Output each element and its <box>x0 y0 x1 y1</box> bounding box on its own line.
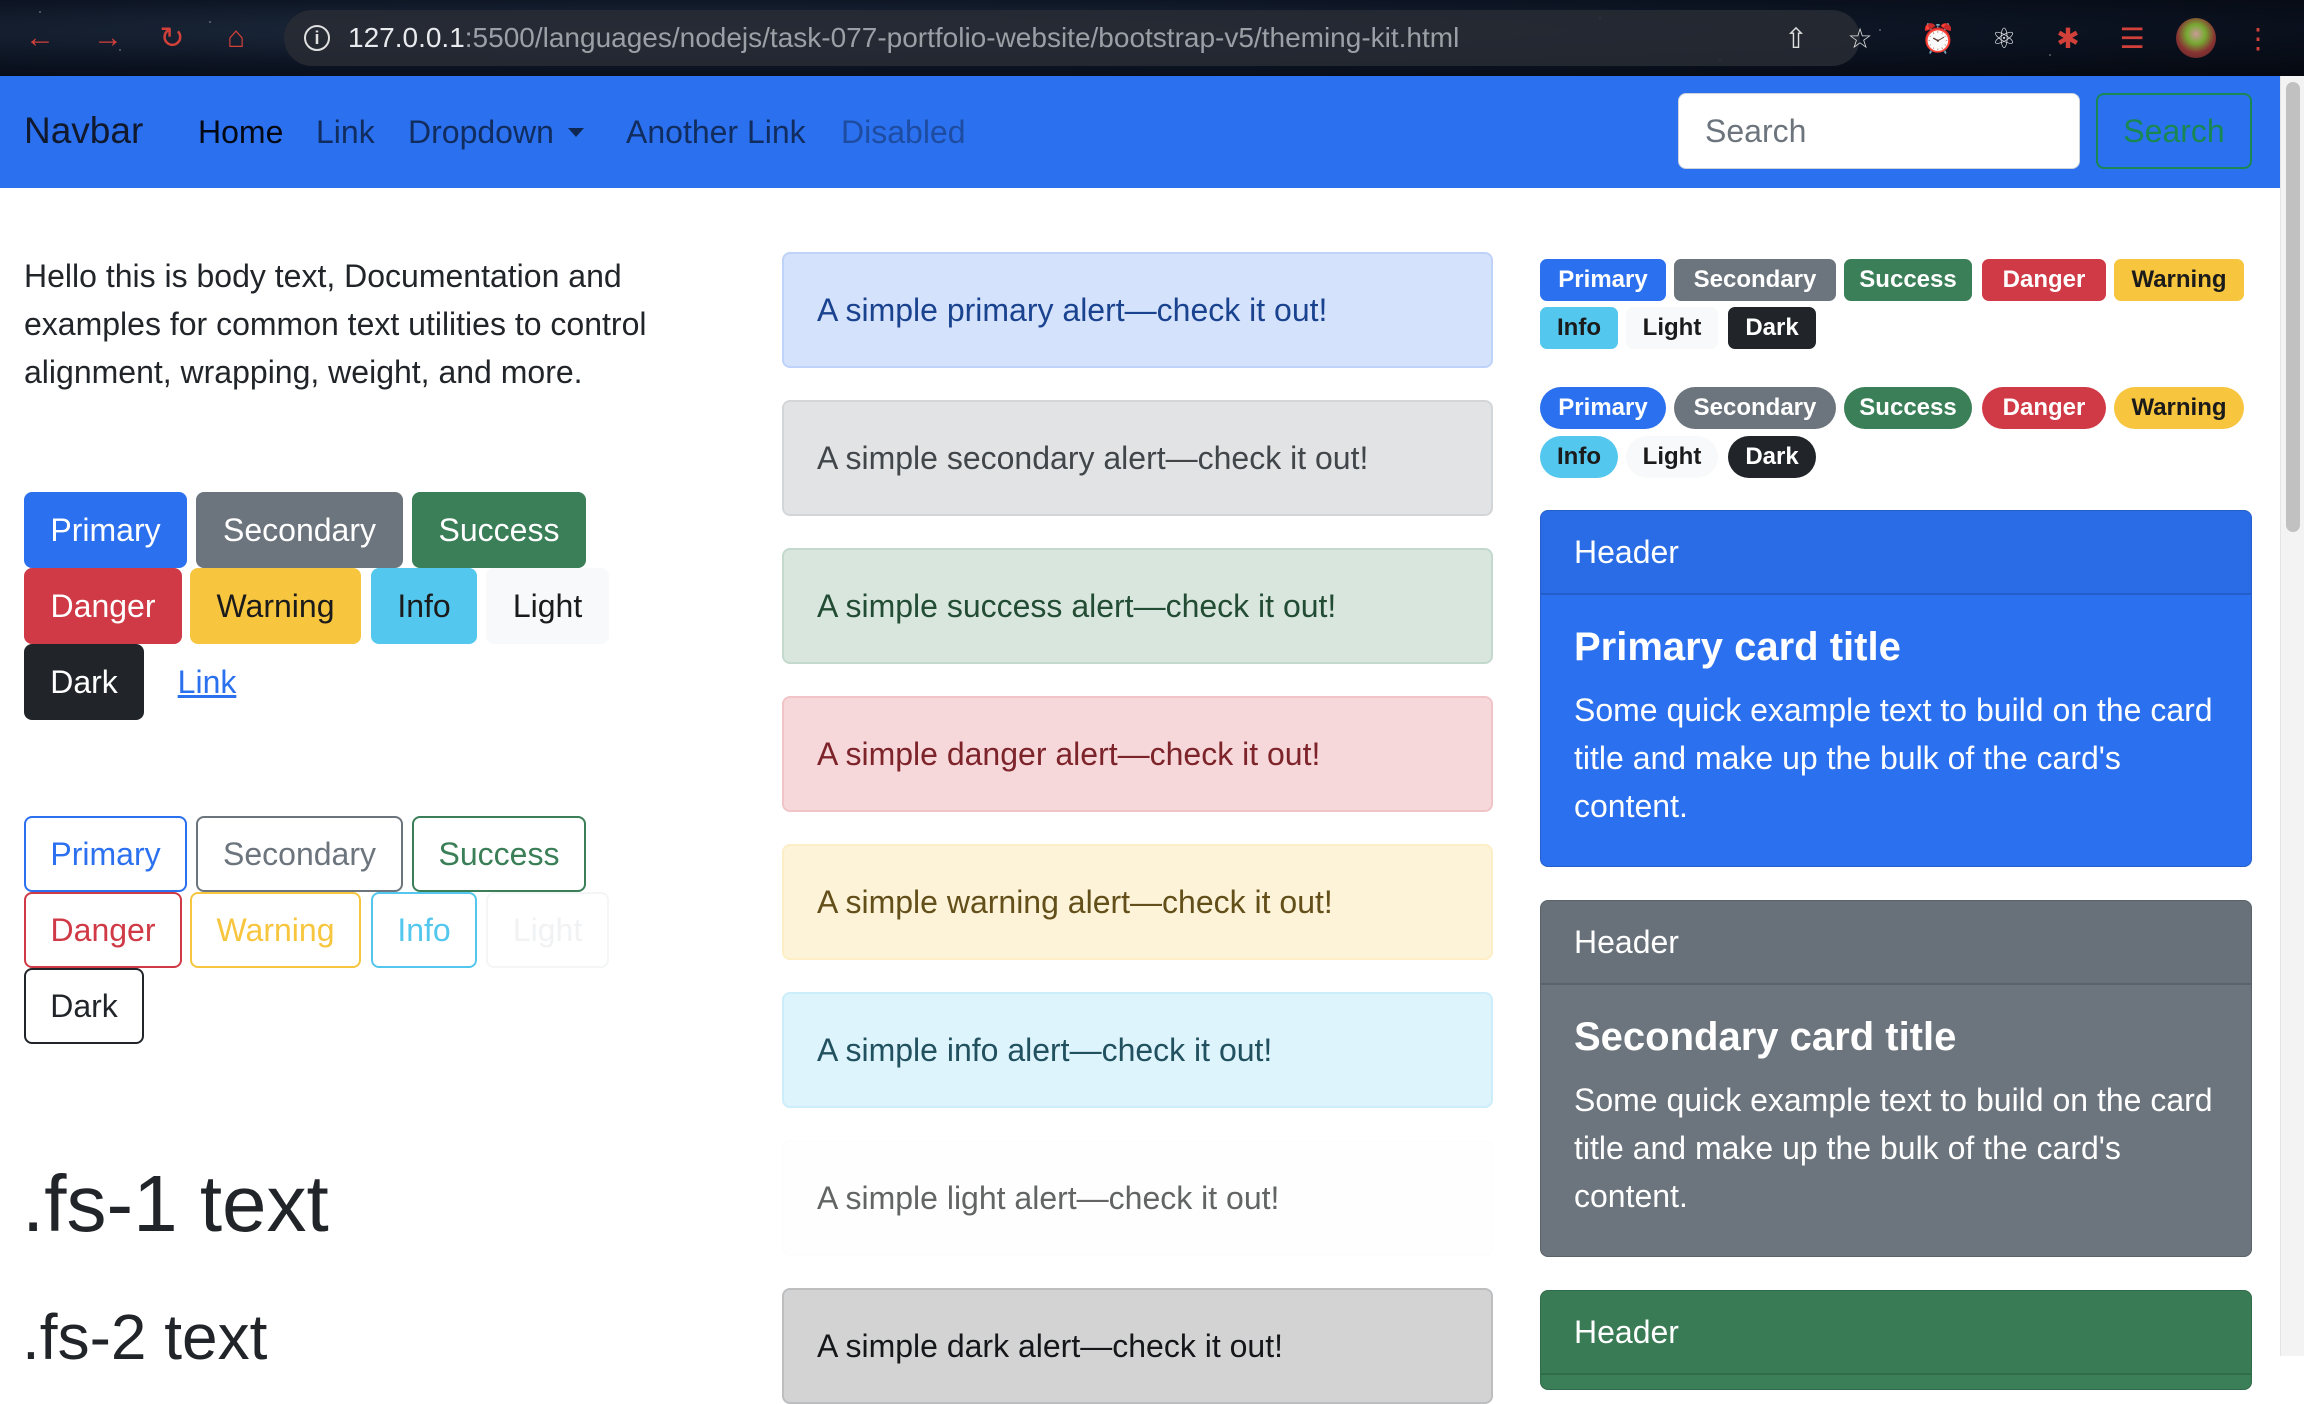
fs-1-heading: .fs-1 text <box>22 1159 329 1248</box>
site-info-icon[interactable]: i <box>304 25 330 51</box>
profile-avatar[interactable] <box>2176 18 2216 58</box>
danger-button[interactable]: Danger <box>24 568 182 644</box>
card-title: Secondary card title <box>1574 1015 1957 1059</box>
secondary-button[interactable]: Secondary <box>196 492 403 568</box>
card-secondary: Header Secondary card title Some quick e… <box>1540 900 2252 1257</box>
pill-badge-warning: Warning <box>2114 387 2244 429</box>
dropdown-label: Dropdown <box>408 114 554 150</box>
alarm-extension-icon[interactable]: ⏰ <box>1920 20 1956 56</box>
alert-primary: A simple primary alert—check it out! <box>782 252 1493 368</box>
nav-link-disabled: Disabled <box>841 114 966 150</box>
caret-down-icon <box>567 128 584 137</box>
alert-info: A simple info alert—check it out! <box>782 992 1493 1108</box>
reload-icon[interactable]: ↻ <box>154 20 190 56</box>
pill-badge-dark: Dark <box>1728 436 1816 478</box>
card-header: Header <box>1541 1291 2251 1375</box>
react-devtools-icon[interactable]: ⚛ <box>1986 20 2022 56</box>
badge-info: Info <box>1540 307 1618 349</box>
badge-danger: Danger <box>1982 259 2106 301</box>
primary-button[interactable]: Primary <box>24 492 187 568</box>
success-button[interactable]: Success <box>412 492 586 568</box>
card-title: Primary card title <box>1574 625 1901 669</box>
outline-danger-button[interactable]: Danger <box>24 892 182 968</box>
alert-secondary: A simple secondary alert—check it out! <box>782 400 1493 516</box>
scrollbar-thumb[interactable] <box>2286 82 2300 532</box>
info-button[interactable]: Info <box>371 568 477 644</box>
card-primary: Header Primary card title Some quick exa… <box>1540 510 2252 867</box>
url-text: 127.0.0.1:5500/languages/nodejs/task-077… <box>348 22 1460 53</box>
outline-dark-button[interactable]: Dark <box>24 968 144 1044</box>
badge-warning: Warning <box>2114 259 2244 301</box>
alert-dark: A simple dark alert—check it out! <box>782 1288 1493 1404</box>
link-button[interactable]: Link <box>153 644 261 720</box>
outline-secondary-button[interactable]: Secondary <box>196 816 403 892</box>
navbar-brand[interactable]: Navbar <box>24 110 143 152</box>
card-success: Header <box>1540 1290 2252 1390</box>
pill-badge-secondary: Secondary <box>1674 387 1836 429</box>
card-header: Header <box>1541 901 2251 985</box>
share-icon[interactable]: ⇧ <box>1778 20 1814 56</box>
pill-badge-light: Light <box>1626 436 1718 478</box>
light-button[interactable]: Light <box>486 568 609 644</box>
outline-light-button[interactable]: Light <box>486 892 609 968</box>
alert-danger: A simple danger alert—check it out! <box>782 696 1493 812</box>
card-header: Header <box>1541 511 2251 595</box>
badge-dark: Dark <box>1728 307 1816 349</box>
home-icon[interactable]: ⌂ <box>218 20 254 56</box>
outline-warning-button[interactable]: Warning <box>190 892 361 968</box>
forward-icon[interactable]: → <box>90 20 126 56</box>
bookmark-star-icon[interactable]: ☆ <box>1842 20 1878 56</box>
card-text: Some quick example text to build on the … <box>1574 1082 2213 1214</box>
pill-badge-info: Info <box>1540 436 1618 478</box>
page-scrollbar[interactable] <box>2280 76 2304 1356</box>
card-body: Secondary card title Some quick example … <box>1541 985 2251 1220</box>
pill-badge-danger: Danger <box>1982 387 2106 429</box>
warning-button[interactable]: Warning <box>190 568 361 644</box>
search-button[interactable]: Search <box>2096 93 2252 169</box>
reading-list-icon[interactable]: ☰ <box>2114 20 2150 56</box>
navbar: Navbar Home Link Dropdown Another Link D… <box>0 76 2280 188</box>
pill-badge-primary: Primary <box>1540 387 1666 429</box>
browser-menu-icon[interactable]: ⋮ <box>2240 20 2276 56</box>
body-text: Hello this is body text, Documentation a… <box>24 258 647 390</box>
badge-secondary: Secondary <box>1674 259 1836 301</box>
pill-badge-success: Success <box>1844 387 1972 429</box>
nav-link-another[interactable]: Another Link <box>626 114 806 151</box>
nav-link-link[interactable]: Link <box>316 114 375 151</box>
browser-toolbar: ← → ↻ ⌂ i 127.0.0.1:5500/languages/nodej… <box>0 0 2304 76</box>
nav-link-dropdown[interactable]: Dropdown <box>408 114 584 151</box>
card-text: Some quick example text to build on the … <box>1574 692 2213 824</box>
extensions-puzzle-icon[interactable]: ✱ <box>2050 20 2086 56</box>
outline-info-button[interactable]: Info <box>371 892 477 968</box>
dark-button[interactable]: Dark <box>24 644 144 720</box>
alert-warning: A simple warning alert—check it out! <box>782 844 1493 960</box>
badge-success: Success <box>1844 259 1972 301</box>
fs-2-heading: .fs-2 text <box>22 1301 268 1373</box>
address-bar[interactable]: i 127.0.0.1:5500/languages/nodejs/task-0… <box>284 10 1873 66</box>
badge-primary: Primary <box>1540 259 1666 301</box>
card-body: Primary card title Some quick example te… <box>1541 595 2251 830</box>
search-input[interactable] <box>1678 93 2080 169</box>
outline-primary-button[interactable]: Primary <box>24 816 187 892</box>
nav-link-home[interactable]: Home <box>198 114 283 151</box>
badge-light: Light <box>1626 307 1718 349</box>
alert-success: A simple success alert—check it out! <box>782 548 1493 664</box>
outline-success-button[interactable]: Success <box>412 816 586 892</box>
back-icon[interactable]: ← <box>22 20 58 56</box>
alert-light: A simple light alert—check it out! <box>782 1140 1493 1256</box>
